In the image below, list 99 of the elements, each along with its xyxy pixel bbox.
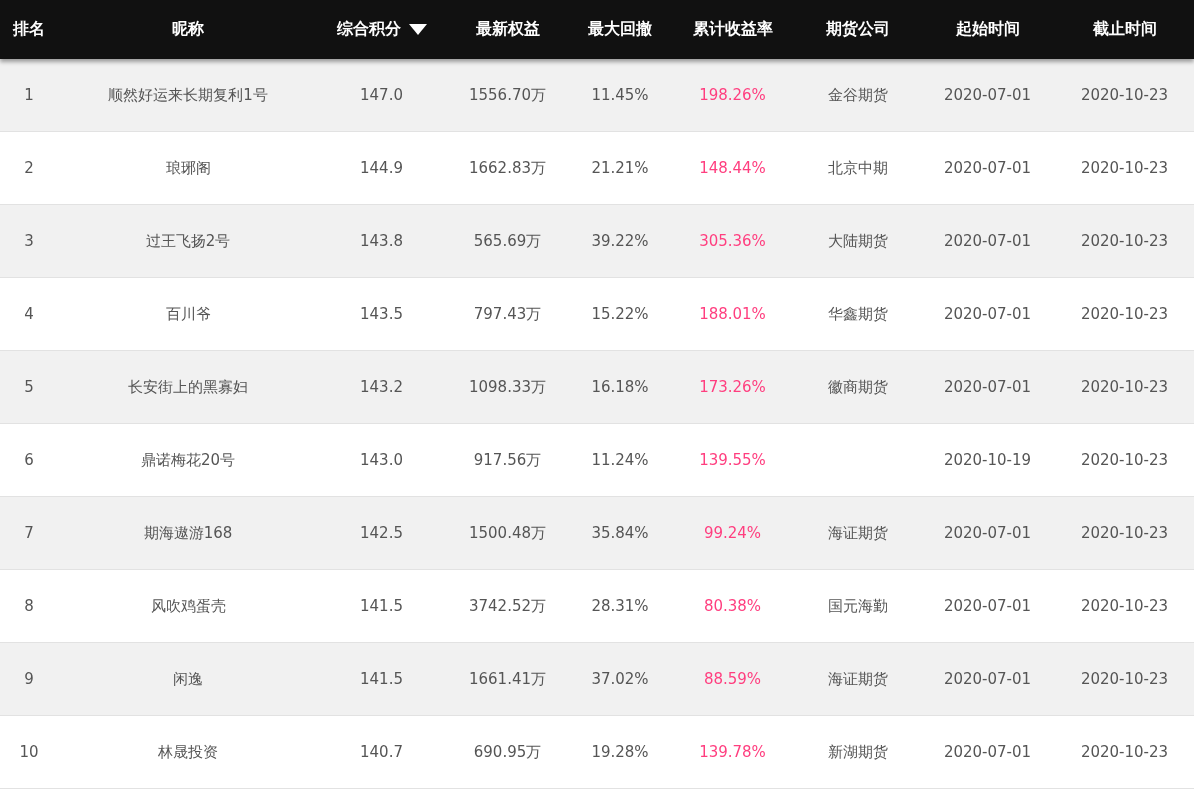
column-header[interactable]: 期货公司	[795, 0, 920, 59]
table-cell: 141.5	[360, 670, 403, 688]
table-cell: 1	[24, 86, 34, 104]
table-cell: 1500.48万	[469, 523, 546, 543]
table-cell: 琅琊阁	[165, 158, 211, 178]
table-cell: 海证期货	[827, 669, 888, 689]
table-cell: 173.26%	[699, 378, 766, 396]
table-cell: 顺然好运来长期复利1号	[108, 85, 268, 105]
table-cell: 7	[24, 524, 34, 542]
column-header[interactable]: 起始时间	[920, 0, 1055, 59]
table-cell: 2020-10-23	[1080, 86, 1169, 104]
table-cell: 9	[24, 670, 34, 688]
table-cell: 5	[24, 378, 34, 396]
table-cell: 6	[24, 451, 34, 469]
table-cell: 2020-10-19	[943, 451, 1032, 469]
table-cell: 2020-07-01	[943, 305, 1032, 323]
table-cell: 15.22%	[591, 305, 649, 323]
table-cell: 147.0	[360, 86, 403, 104]
table-cell: 142.5	[360, 524, 403, 542]
table-cell: 闲逸	[173, 669, 203, 689]
table-cell: 690.95万	[473, 742, 542, 762]
table-cell: 144.9	[360, 159, 403, 177]
table-cell: 金谷期货	[827, 85, 888, 105]
table-cell: 2020-10-23	[1080, 524, 1169, 542]
table-cell: 139.78%	[699, 743, 766, 761]
column-header[interactable]: 最新权益	[445, 0, 570, 59]
table-cell: 期海遨游168	[143, 523, 233, 543]
table-cell: 林晟投资	[158, 742, 218, 762]
table-cell: 10	[19, 743, 39, 761]
table-cell: 1661.41万	[469, 669, 546, 689]
table-cell: 2020-07-01	[943, 743, 1032, 761]
table-cell: 过王飞扬2号	[145, 231, 231, 251]
table-cell: 139.55%	[699, 451, 766, 469]
table-cell: 11.24%	[591, 451, 649, 469]
table-cell: 2020-10-23	[1080, 743, 1169, 761]
table-cell: 2020-07-01	[943, 670, 1032, 688]
table-cell: 188.01%	[699, 305, 766, 323]
table-cell: 2020-07-01	[943, 597, 1032, 615]
table-cell: 143.2	[360, 378, 403, 396]
table-cell: 长安街上的黑寡妇	[128, 377, 248, 397]
table-cell: 143.8	[360, 232, 403, 250]
table-cell: 19.28%	[591, 743, 649, 761]
table-cell: 2020-10-23	[1080, 597, 1169, 615]
table-cell: 1098.33万	[469, 377, 546, 397]
table-cell: 305.36%	[699, 232, 766, 250]
table-cell: 917.56万	[473, 450, 542, 470]
table-cell: 2020-10-23	[1080, 232, 1169, 250]
column-header[interactable]: 昵称	[58, 0, 318, 59]
table-cell: 2020-10-23	[1080, 378, 1169, 396]
sort-descending-icon[interactable]	[408, 24, 427, 35]
table-cell: 百川爷	[165, 304, 211, 324]
table-cell: 37.02%	[591, 670, 649, 688]
column-header[interactable]: 截止时间	[1055, 0, 1194, 59]
table-cell: 国元海勤	[827, 596, 888, 616]
table-cell: 2020-10-23	[1080, 451, 1169, 469]
table-cell: 2	[24, 159, 34, 177]
table-cell: 新湖期货	[827, 742, 888, 762]
table-cell: 2020-07-01	[943, 524, 1032, 542]
table-cell: 2020-07-01	[943, 159, 1032, 177]
table-cell: 8	[24, 597, 34, 615]
table-cell: 198.26%	[699, 86, 766, 104]
table-cell: 2020-10-23	[1080, 159, 1169, 177]
table-cell: 2020-10-23	[1080, 305, 1169, 323]
table-cell: 148.44%	[699, 159, 766, 177]
table-cell: 北京中期	[827, 158, 888, 178]
table-cell: 2020-10-23	[1080, 670, 1169, 688]
table-cell: 3	[24, 232, 34, 250]
table-cell: 565.69万	[473, 231, 542, 251]
table-cell: 徽商期货	[827, 377, 888, 397]
table-cell: 143.0	[360, 451, 403, 469]
table-cell: 海证期货	[827, 523, 888, 543]
table-cell: 2020-07-01	[943, 378, 1032, 396]
table-cell: 4	[24, 305, 34, 323]
table-cell: 华鑫期货	[827, 304, 888, 324]
table-cell: 21.21%	[591, 159, 649, 177]
table-cell: 3742.52万	[469, 596, 546, 616]
table-cell: 16.18%	[591, 378, 649, 396]
table-cell: 99.24%	[703, 524, 762, 542]
table-cell: 2020-07-01	[943, 232, 1032, 250]
table-cell: 797.43万	[473, 304, 542, 324]
table-cell: 1556.70万	[469, 85, 546, 105]
table-cell: 2020-07-01	[943, 86, 1032, 104]
table-cell: 143.5	[360, 305, 403, 323]
table-cell: 39.22%	[591, 232, 649, 250]
table-cell: 1662.83万	[469, 158, 546, 178]
table-cell: 鼎诺梅花20号	[140, 450, 236, 470]
column-header[interactable]: 累计收益率	[670, 0, 795, 59]
column-header[interactable]: 最大回撤	[570, 0, 670, 59]
table-cell: 风吹鸡蛋壳	[150, 596, 226, 616]
table-cell: 80.38%	[703, 597, 762, 615]
table-cell: 28.31%	[591, 597, 649, 615]
column-header[interactable]: 排名	[0, 0, 58, 59]
table-cell: 大陆期货	[827, 231, 888, 251]
table-cell: 88.59%	[703, 670, 762, 688]
table-cell: 35.84%	[591, 524, 649, 542]
table-cell: 140.7	[360, 743, 403, 761]
table-cell: 11.45%	[591, 86, 649, 104]
column-header[interactable]: 综合积分	[318, 0, 445, 59]
table-cell: 141.5	[360, 597, 403, 615]
